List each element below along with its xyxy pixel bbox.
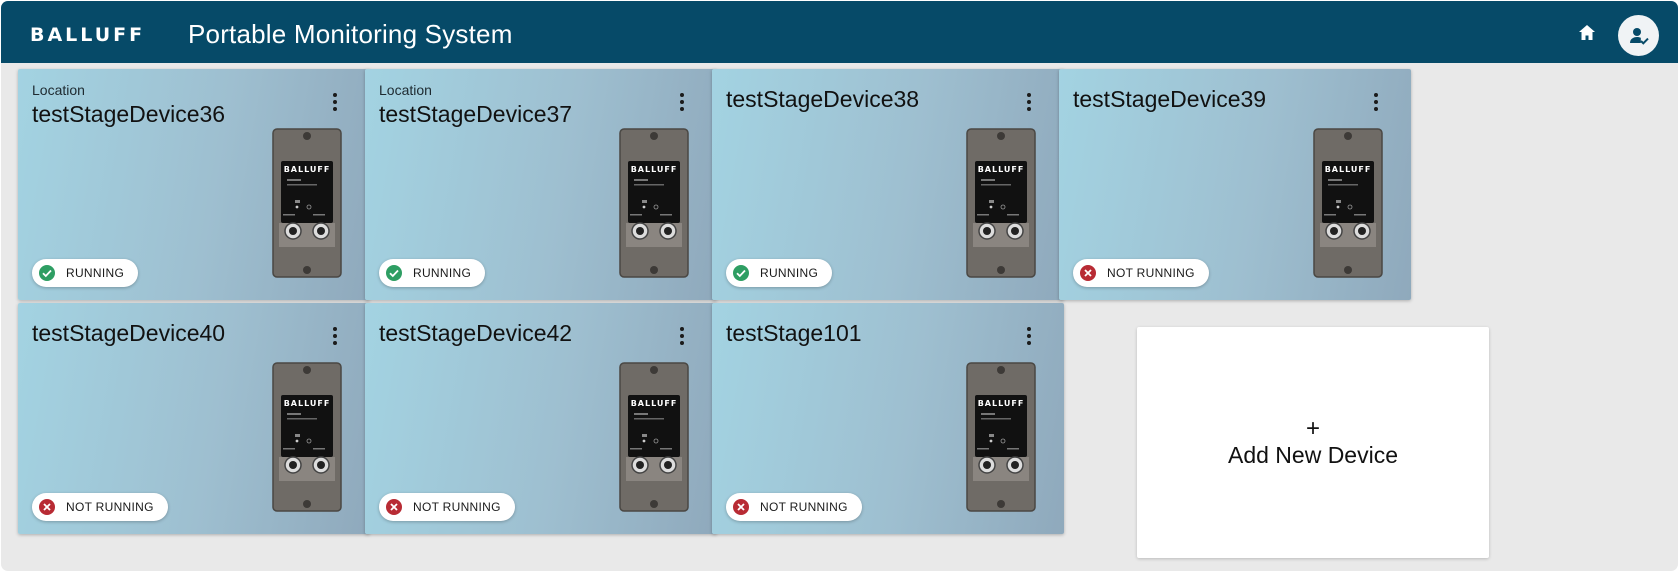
top-app-bar: BALLUFF Portable Monitoring System	[1, 1, 1678, 63]
more-vert-icon[interactable]	[672, 324, 692, 348]
device-image: BALLUFF	[966, 362, 1036, 512]
check-circle-icon	[386, 265, 402, 281]
svg-text:BALLUFF: BALLUFF	[978, 399, 1025, 408]
status-label: NOT RUNNING	[66, 500, 154, 514]
device-name: testStageDevice42	[379, 320, 573, 346]
device-location: Location	[32, 82, 85, 98]
error-circle-icon	[1080, 265, 1096, 281]
svg-text:BALLUFF: BALLUFF	[631, 165, 678, 174]
check-circle-icon	[39, 265, 55, 281]
device-card[interactable]: Location testStageDevice36 BALLUFF RUNNI…	[18, 69, 370, 300]
error-circle-icon	[39, 499, 55, 515]
add-device-card[interactable]: + Add New Device	[1137, 327, 1489, 558]
status-label: RUNNING	[760, 266, 819, 280]
more-vert-icon[interactable]	[325, 90, 345, 114]
status-label: RUNNING	[413, 266, 472, 280]
device-name: testStageDevice38	[726, 86, 920, 112]
device-image: BALLUFF	[619, 362, 689, 512]
status-badge: RUNNING	[726, 259, 833, 287]
device-name: testStageDevice40	[32, 320, 226, 346]
status-label: NOT RUNNING	[1107, 266, 1195, 280]
error-circle-icon	[733, 499, 749, 515]
status-badge: NOT RUNNING	[726, 493, 862, 521]
more-vert-icon[interactable]	[1366, 90, 1386, 114]
app-window: BALLUFF Portable Monitoring System Locat…	[1, 1, 1678, 571]
more-vert-icon[interactable]	[1019, 90, 1039, 114]
status-badge: RUNNING	[32, 259, 139, 287]
device-card[interactable]: testStageDevice39 BALLUFF NOT RUNNING	[1059, 69, 1411, 300]
user-check-icon	[1630, 28, 1649, 45]
svg-text:BALLUFF: BALLUFF	[284, 165, 331, 174]
status-label: NOT RUNNING	[413, 500, 501, 514]
device-image: BALLUFF	[619, 128, 689, 278]
error-circle-icon	[386, 499, 402, 515]
status-badge: NOT RUNNING	[1073, 259, 1209, 287]
more-vert-icon[interactable]	[325, 324, 345, 348]
balluff-logo: BALLUFF	[30, 24, 146, 46]
account-button[interactable]	[1618, 15, 1659, 56]
device-name: testStageDevice37	[379, 101, 573, 127]
svg-text:BALLUFF: BALLUFF	[978, 165, 1025, 174]
status-badge: RUNNING	[379, 259, 486, 287]
device-image: BALLUFF	[966, 128, 1036, 278]
device-location: Location	[379, 82, 432, 98]
device-name: testStage101	[726, 320, 862, 346]
check-circle-icon	[733, 265, 749, 281]
device-name: testStageDevice39	[1073, 86, 1267, 112]
add-device-label: Add New Device	[1227, 442, 1399, 468]
status-badge: NOT RUNNING	[32, 493, 168, 521]
device-card[interactable]: Location testStageDevice37 BALLUFF RUNNI…	[365, 69, 717, 300]
svg-text:BALLUFF: BALLUFF	[284, 399, 331, 408]
device-image: BALLUFF	[1313, 128, 1383, 278]
device-name: testStageDevice36	[32, 101, 226, 127]
more-vert-icon[interactable]	[1019, 324, 1039, 348]
device-image: BALLUFF	[272, 128, 342, 278]
add-device-plus: +	[1305, 415, 1320, 442]
device-card[interactable]: testStageDevice40 BALLUFF NOT RUNNING	[18, 303, 370, 534]
status-label: NOT RUNNING	[760, 500, 848, 514]
device-card[interactable]: testStageDevice38 BALLUFF RUNNING	[712, 69, 1064, 300]
device-image: BALLUFF	[272, 362, 342, 512]
status-badge: NOT RUNNING	[379, 493, 515, 521]
more-vert-icon[interactable]	[672, 90, 692, 114]
app-title: Portable Monitoring System	[188, 19, 513, 49]
svg-text:BALLUFF: BALLUFF	[1325, 165, 1372, 174]
home-icon[interactable]	[1575, 21, 1599, 45]
svg-text:BALLUFF: BALLUFF	[631, 399, 678, 408]
device-card[interactable]: testStage101 BALLUFF NOT RUNNING	[712, 303, 1064, 534]
device-card[interactable]: testStageDevice42 BALLUFF NOT RUNNING	[365, 303, 717, 534]
status-label: RUNNING	[66, 266, 125, 280]
